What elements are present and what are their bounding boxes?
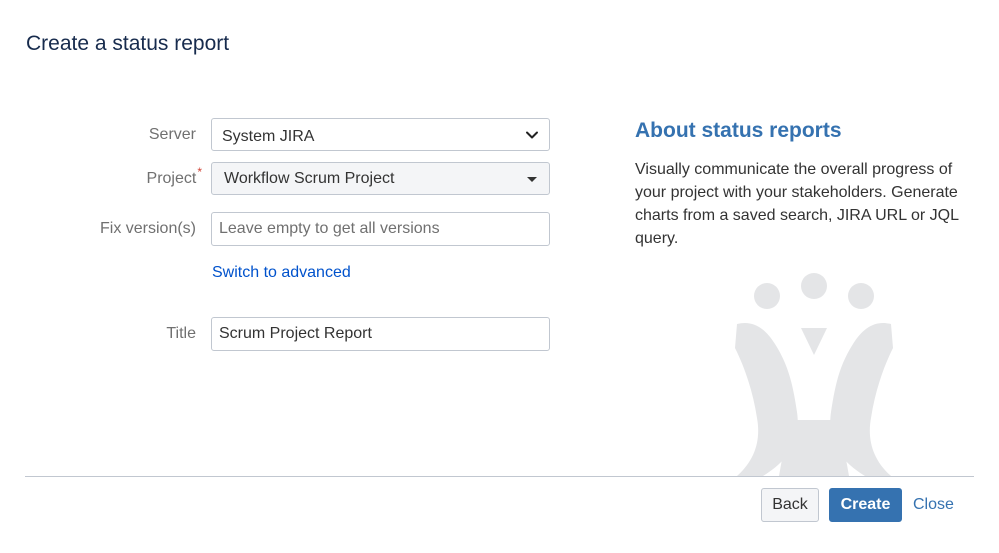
back-button[interactable]: Back — [761, 488, 819, 522]
dialog-title: Create a status report — [26, 32, 230, 55]
chevron-down-icon — [526, 131, 538, 139]
required-marker: * — [197, 165, 202, 179]
project-select-value: Workflow Scrum Project — [224, 170, 395, 187]
caret-down-icon — [527, 177, 537, 182]
server-select-value: System JIRA — [222, 128, 315, 145]
fix-versions-input[interactable] — [211, 212, 550, 246]
close-link[interactable]: Close — [913, 496, 954, 514]
footer-divider — [25, 476, 974, 477]
title-input[interactable] — [211, 317, 550, 351]
server-select[interactable]: System JIRA — [211, 118, 550, 151]
create-button[interactable]: Create — [829, 488, 902, 522]
switch-to-advanced-link[interactable]: Switch to advanced — [212, 264, 351, 282]
project-label: Project* — [120, 165, 202, 188]
create-status-report-dialog: Create a status report Server System JIR… — [0, 0, 999, 553]
fix-versions-label: Fix version(s) — [99, 220, 196, 237]
about-heading: About status reports — [635, 119, 842, 142]
title-label: Title — [166, 325, 196, 342]
project-label-text: Project — [146, 170, 197, 187]
project-select[interactable]: Workflow Scrum Project — [211, 162, 550, 195]
server-label: Server — [148, 126, 196, 143]
about-description: Visually communicate the overall progres… — [635, 161, 959, 247]
jira-logo-icon — [735, 273, 893, 476]
